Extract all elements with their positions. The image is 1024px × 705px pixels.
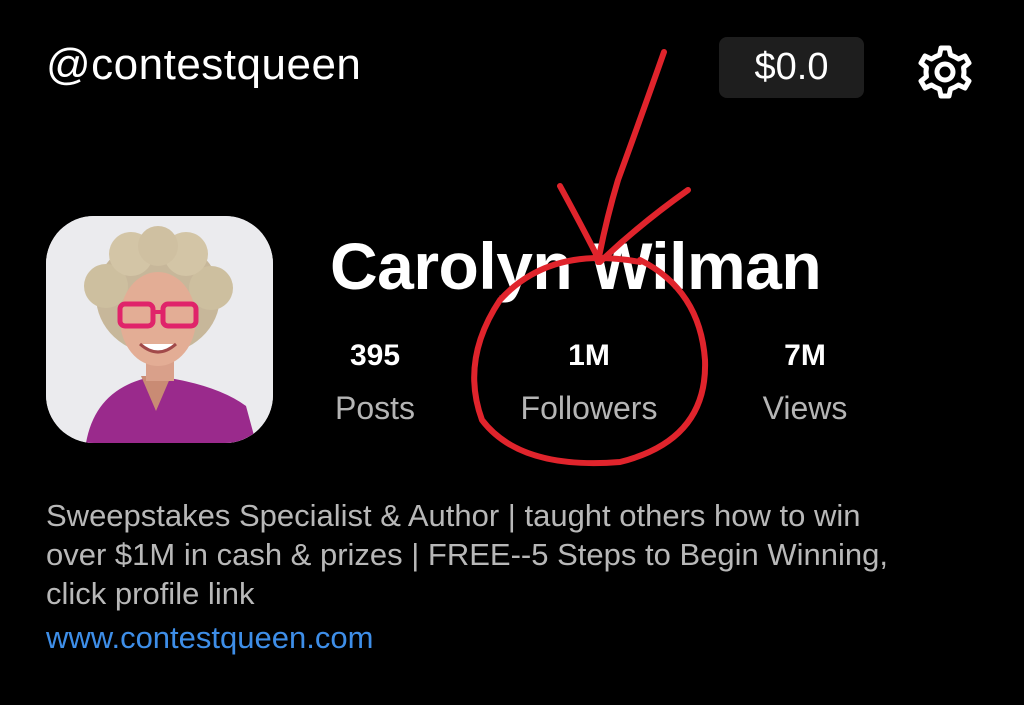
stat-views-value: 7M [784, 339, 826, 372]
gear-icon[interactable] [911, 38, 979, 106]
stat-followers[interactable]: 1M Followers [489, 336, 689, 430]
profile-bio: Sweepstakes Specialist & Author | taught… [46, 496, 976, 613]
profile-link[interactable]: www.contestqueen.com [46, 620, 373, 656]
stat-views-label: Views [762, 390, 848, 426]
stat-views[interactable]: 7M Views [705, 336, 905, 430]
avatar-photo [46, 216, 273, 443]
bio-line: click profile link [46, 576, 255, 611]
stat-followers-value: 1M [568, 339, 610, 372]
stat-posts-value: 395 [349, 339, 401, 372]
avatar[interactable] [46, 216, 273, 443]
display-name: Carolyn Wilman [330, 229, 822, 303]
profile-handle: @contestqueen [46, 40, 362, 89]
balance-amount: $0.0 [754, 46, 829, 88]
bio-line: over $1M in cash & prizes | FREE--5 Step… [46, 537, 888, 572]
stat-posts-label: Posts [334, 390, 416, 426]
balance-button[interactable]: $0.0 [719, 37, 864, 98]
stat-followers-label: Followers [520, 390, 658, 426]
stat-posts[interactable]: 395 Posts [275, 336, 475, 430]
bio-line: Sweepstakes Specialist & Author | taught… [46, 498, 861, 533]
